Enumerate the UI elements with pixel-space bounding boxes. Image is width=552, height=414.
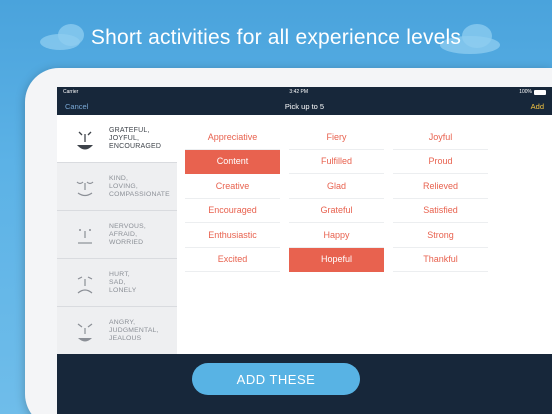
battery-icon [533, 89, 546, 95]
add-these-button[interactable]: ADD THESE [192, 363, 360, 395]
nav-bar: Cancel Pick up to 5 Add [57, 97, 552, 115]
battery-status: 100% [519, 89, 546, 95]
category-label: KIND, LOVING, COMPASSIONATE [109, 174, 170, 198]
word-option[interactable]: Fulfilled [289, 150, 384, 174]
nervous-face-icon [78, 228, 92, 244]
word-option[interactable]: Excited [185, 248, 280, 272]
category-label: GRATEFUL, JOYFUL, ENCOURAGED [109, 126, 162, 150]
word-option[interactable]: Appreciative [185, 125, 280, 150]
word-option[interactable]: Relieved [393, 174, 488, 199]
sad-face-icon [77, 275, 93, 293]
promo-headline: Short activities for all experience leve… [90, 26, 462, 49]
word-option[interactable]: Creative [185, 174, 280, 199]
word-option-selected[interactable]: Hopeful [289, 247, 384, 272]
word-option-selected[interactable]: Content [185, 149, 280, 174]
word-option[interactable]: Enthusiastic [185, 223, 280, 248]
word-option[interactable]: Proud [393, 150, 488, 174]
picker-content: GRATEFUL, JOYFUL, ENCOURAGED KIND, LOVIN… [57, 115, 552, 355]
category-item-sad[interactable]: HURT, SAD, LONELY [57, 259, 177, 307]
category-label: NERVOUS, AFRAID, WORRIED [109, 222, 146, 246]
category-label: HURT, SAD, LONELY [109, 270, 137, 294]
app-screen: Carrier 3:42 PM 100% Cancel Pick up to 5… [57, 87, 552, 414]
category-item-angry[interactable]: ANGRY, JUDGMENTAL, JEALOUS [57, 307, 177, 355]
status-time: 3:42 PM [289, 89, 309, 95]
carrier-label: Carrier [63, 89, 79, 95]
word-option[interactable]: Happy [289, 223, 384, 248]
category-sidebar: GRATEFUL, JOYFUL, ENCOURAGED KIND, LOVIN… [57, 115, 177, 355]
cancel-button[interactable]: Cancel [65, 102, 88, 111]
word-option[interactable]: Encouraged [185, 199, 280, 223]
word-option[interactable]: Grateful [289, 199, 384, 223]
battery-percent: 100% [519, 89, 532, 95]
word-option[interactable]: Glad [289, 174, 384, 199]
page-title: Pick up to 5 [284, 101, 325, 111]
word-option[interactable]: Thankful [393, 248, 488, 272]
kind-face-icon [76, 181, 94, 196]
word-option[interactable]: Fiery [289, 125, 384, 150]
status-bar: Carrier 3:42 PM 100% [57, 87, 552, 97]
add-button[interactable]: Add [531, 102, 544, 111]
angry-face-icon [77, 323, 93, 341]
category-label: ANGRY, JUDGMENTAL, JEALOUS [109, 318, 159, 342]
category-item-nervous[interactable]: NERVOUS, AFRAID, WORRIED [57, 211, 177, 259]
footer-bar: ADD THESE [57, 354, 552, 414]
feeling-word-grid: Appreciative Fiery Joyful Content Fulfil… [177, 115, 552, 354]
category-item-grateful[interactable]: GRATEFUL, JOYFUL, ENCOURAGED [57, 115, 177, 163]
word-option[interactable]: Strong [393, 223, 488, 248]
category-item-kind[interactable]: KIND, LOVING, COMPASSIONATE [57, 163, 177, 211]
grateful-face-icon [77, 131, 93, 149]
word-option[interactable]: Joyful [393, 125, 488, 150]
word-option[interactable]: Satisfied [393, 199, 488, 223]
